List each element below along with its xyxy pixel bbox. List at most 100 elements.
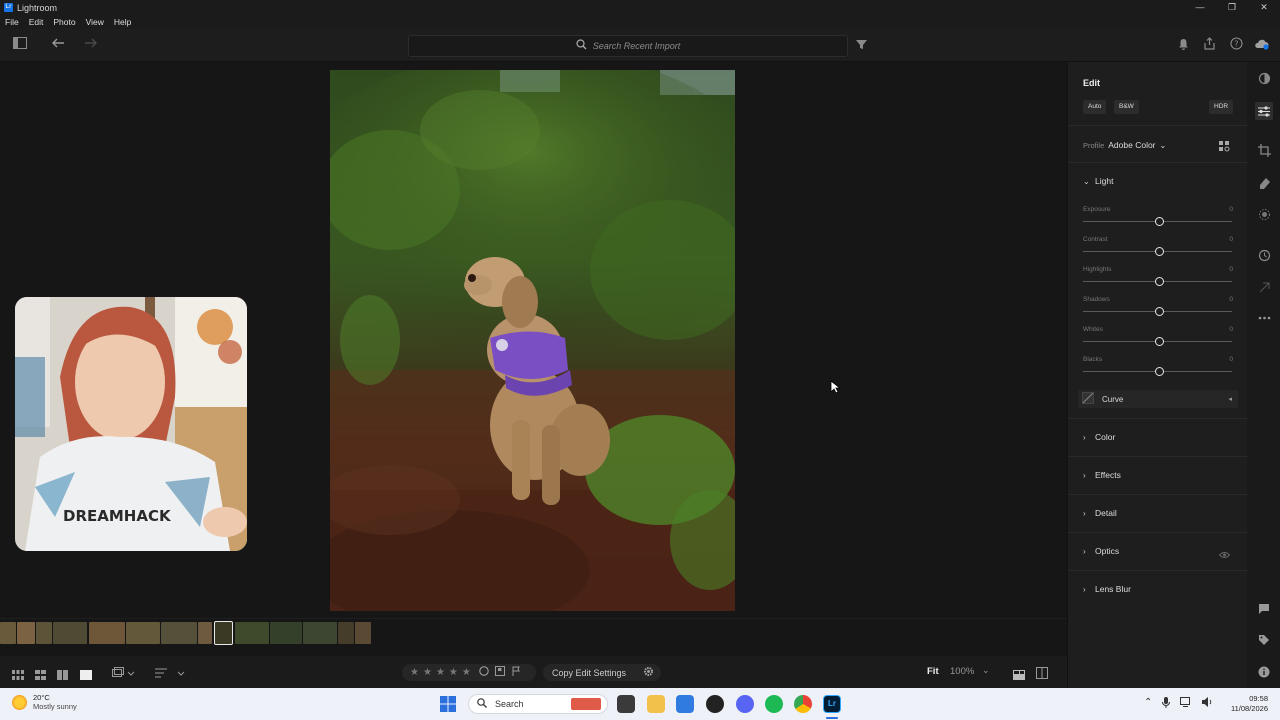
tray-chevron-up-icon[interactable]: ⌃	[1144, 697, 1152, 711]
menu-view[interactable]: View	[81, 15, 109, 29]
menu-help[interactable]: Help	[109, 15, 136, 29]
back-arrow-icon[interactable]	[51, 37, 65, 52]
masking-icon[interactable]	[1256, 208, 1272, 224]
filmstrip-thumb[interactable]	[53, 622, 87, 644]
curve-row[interactable]: Curve ◂	[1078, 390, 1238, 408]
more-options-icon[interactable]	[1256, 309, 1272, 323]
exposure-value[interactable]: 0	[1227, 206, 1233, 213]
cloud-sync-icon[interactable]	[1254, 37, 1269, 53]
lightroom-taskbar-icon[interactable]: Lr	[823, 695, 841, 713]
filmstrip-thumb[interactable]	[270, 622, 302, 644]
section-optics-header[interactable]: › Optics	[1083, 546, 1119, 556]
profile-value[interactable]: Adobe Color	[1108, 140, 1155, 150]
section-color-header[interactable]: › Color	[1083, 432, 1115, 442]
healing-eraser-icon[interactable]	[1256, 176, 1272, 192]
star-rating-5-icon[interactable]: ★	[462, 667, 471, 678]
info-icon[interactable]	[1256, 666, 1272, 681]
obs-app-icon[interactable]	[706, 695, 724, 713]
highlights-slider-knob[interactable]	[1155, 277, 1164, 286]
chrome-app-icon[interactable]	[794, 695, 812, 713]
search-input[interactable]: Search Recent Import	[408, 35, 848, 57]
section-light-header[interactable]: ⌄ Light	[1083, 176, 1113, 186]
section-detail-header[interactable]: › Detail	[1083, 508, 1117, 518]
profile-row[interactable]: Profile Adobe Color ⌄	[1083, 140, 1166, 150]
filmstrip-thumb[interactable]	[36, 622, 52, 644]
detail-view-icon[interactable]	[80, 667, 92, 685]
volume-icon[interactable]	[1202, 697, 1213, 711]
before-after-icon[interactable]	[1013, 667, 1025, 685]
profile-browser-icon[interactable]	[1219, 139, 1230, 157]
shadows-value[interactable]: 0	[1227, 296, 1233, 303]
reject-flag-icon[interactable]	[511, 666, 521, 679]
visibility-eye-icon[interactable]	[1218, 546, 1231, 564]
section-lens-blur-header[interactable]: › Lens Blur	[1083, 584, 1131, 594]
file-explorer-icon[interactable]	[647, 695, 665, 713]
filter-icon[interactable]	[856, 38, 867, 53]
filmstrip-thumb[interactable]	[126, 622, 160, 644]
forward-arrow-icon[interactable]	[84, 37, 98, 52]
filmstrip-thumb-selected[interactable]	[214, 621, 233, 645]
weather-widget[interactable]: 20°C Mostly sunny	[12, 693, 77, 711]
filmstrip-thumb[interactable]	[303, 622, 337, 644]
keywords-tag-icon[interactable]	[1256, 634, 1272, 649]
system-clock[interactable]: 09:58 11/08/2026	[1222, 694, 1268, 714]
filmstrip-thumb[interactable]	[161, 622, 197, 644]
share-icon[interactable]	[1203, 37, 1216, 53]
filmstrip-thumb[interactable]	[338, 622, 354, 644]
notifications-bell-icon[interactable]	[1178, 38, 1189, 53]
taskbar-search-input[interactable]: Search	[468, 694, 608, 714]
menu-file[interactable]: File	[0, 15, 24, 29]
menu-photo[interactable]: Photo	[48, 15, 80, 29]
close-button[interactable]: ✕	[1248, 0, 1280, 15]
whites-value[interactable]: 0	[1227, 326, 1233, 333]
highlights-value[interactable]: 0	[1227, 266, 1233, 273]
edit-sliders-icon[interactable]	[1255, 102, 1273, 120]
gear-icon[interactable]	[643, 666, 654, 679]
minimize-button[interactable]: —	[1184, 0, 1216, 15]
bw-button[interactable]: B&W	[1114, 100, 1139, 114]
task-view-icon[interactable]	[617, 695, 635, 713]
square-grid-view-icon[interactable]	[35, 667, 46, 685]
filmstrip-thumb[interactable]	[198, 622, 212, 644]
star-rating-1-icon[interactable]: ★	[410, 667, 419, 678]
contrast-slider-knob[interactable]	[1155, 247, 1164, 256]
presets-icon[interactable]	[1256, 72, 1272, 88]
chevron-down-icon[interactable]: ⌄	[982, 665, 990, 676]
stack-view-dropdown-icon[interactable]	[112, 666, 136, 684]
windows-start-icon[interactable]	[440, 696, 456, 717]
history-icon[interactable]	[1256, 249, 1272, 265]
star-rating-4-icon[interactable]: ★	[449, 667, 458, 678]
blacks-slider-knob[interactable]	[1155, 367, 1164, 376]
copy-edit-settings-button[interactable]: Copy Edit Settings	[543, 664, 661, 681]
filmstrip-thumb[interactable]	[235, 622, 269, 644]
zoom-level-value[interactable]: 100%	[950, 666, 974, 677]
network-icon[interactable]	[1180, 697, 1192, 711]
comments-icon[interactable]	[1256, 603, 1272, 618]
unflag-circle-icon[interactable]	[479, 666, 489, 679]
fit-zoom-button[interactable]: Fit	[927, 666, 939, 677]
compare-view-icon[interactable]	[57, 667, 68, 685]
blacks-value[interactable]: 0	[1227, 356, 1233, 363]
filmstrip-thumb[interactable]	[0, 622, 16, 644]
mail-app-icon[interactable]	[676, 695, 694, 713]
star-rating-3-icon[interactable]: ★	[436, 667, 445, 678]
split-compare-icon[interactable]	[1036, 666, 1048, 684]
restore-button[interactable]: ❐	[1216, 0, 1248, 15]
hdr-button[interactable]: HDR	[1209, 100, 1234, 114]
filmstrip-thumb[interactable]	[355, 622, 371, 644]
whites-slider-knob[interactable]	[1155, 337, 1164, 346]
microphone-icon[interactable]	[1162, 697, 1171, 711]
star-rating-2-icon[interactable]: ★	[423, 667, 432, 678]
grid-view-icon[interactable]	[12, 667, 24, 685]
discord-app-icon[interactable]	[736, 695, 754, 713]
versions-icon[interactable]	[1256, 281, 1272, 297]
sort-dropdown-icon[interactable]	[155, 666, 187, 684]
filmstrip-thumb[interactable]	[17, 622, 35, 644]
pick-flag-icon[interactable]	[494, 666, 505, 679]
main-photo-dog[interactable]	[330, 70, 735, 611]
help-icon[interactable]: ?	[1230, 37, 1243, 53]
photo-canvas[interactable]: DREAMHACK	[0, 62, 1067, 618]
spotify-app-icon[interactable]	[765, 695, 783, 713]
panel-toggle-icon[interactable]	[13, 37, 27, 52]
contrast-value[interactable]: 0	[1227, 236, 1233, 243]
